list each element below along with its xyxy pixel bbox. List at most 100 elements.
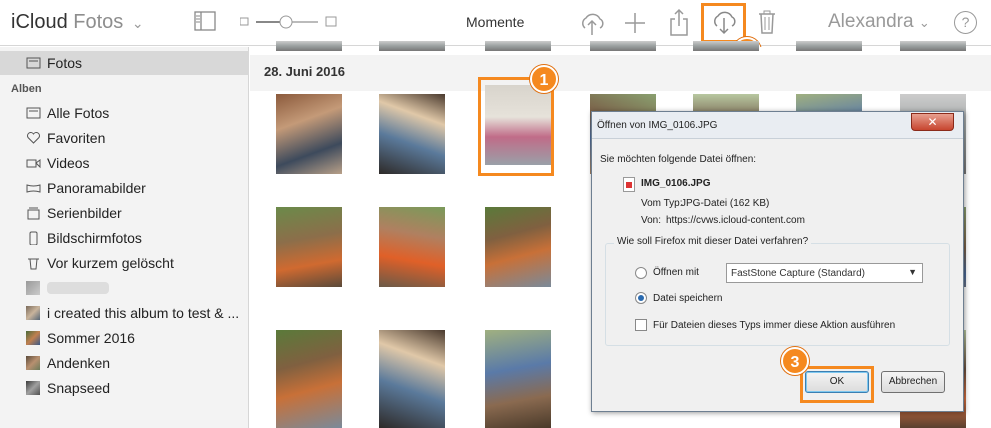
- add-icon[interactable]: [623, 11, 647, 35]
- sidebar-item-blurred-album[interactable]: [0, 276, 249, 300]
- dropdown-arrow-icon: ▼: [908, 267, 917, 277]
- sidebar-item-videos[interactable]: Videos: [0, 151, 249, 175]
- photo-thumbnail[interactable]: [379, 41, 445, 51]
- app-title-main: iCloud: [11, 11, 68, 33]
- close-button[interactable]: ✕: [911, 113, 954, 131]
- sidebar-item-label: Andenken: [47, 355, 111, 371]
- video-icon: [26, 159, 41, 169]
- share-icon[interactable]: [668, 8, 690, 36]
- album-thumbnail: [26, 281, 40, 295]
- heart-icon: [27, 132, 40, 144]
- album-thumbnail: [26, 306, 40, 320]
- from-label: Von:: [641, 215, 662, 226]
- sidebar-item-label: Bildschirmfotos: [47, 230, 142, 246]
- trash-icon: [28, 258, 39, 270]
- open-file-dialog: Öffnen von IMG_0106.JPG ✕ Sie möchten fo…: [591, 111, 964, 412]
- toolbar: iCloud Fotos ⌄ Momente Alexandra ⌄ ?: [0, 0, 991, 46]
- remember-checkbox[interactable]: [635, 319, 647, 331]
- sidebar-item-geloescht[interactable]: Vor kurzem gelöscht: [0, 251, 249, 275]
- sidebar-item-label: Sommer 2016: [47, 330, 135, 346]
- chevron-down-icon: ⌄: [918, 15, 930, 30]
- panorama-icon: [26, 184, 41, 193]
- sidebar-item-sommer-2016[interactable]: Sommer 2016: [0, 326, 249, 350]
- step-badge-3: 3: [781, 347, 809, 375]
- photo-thumbnail[interactable]: [379, 94, 445, 174]
- type-value: JPG-Datei (162 KB): [681, 198, 770, 209]
- trash-icon[interactable]: [757, 9, 777, 35]
- sidebar-item-label: Vor kurzem gelöscht: [47, 255, 174, 271]
- sidebar-item-favoriten[interactable]: Favoriten: [0, 126, 249, 150]
- sidebar-item-label: i created this album to test & ...: [47, 305, 240, 321]
- user-name: Alexandra: [828, 11, 914, 32]
- dialog-title: Öffnen von IMG_0106.JPG: [597, 120, 718, 131]
- tab-moments[interactable]: Momente: [466, 14, 524, 30]
- date-heading: 28. Juni 2016: [264, 64, 345, 79]
- action-question: Wie soll Firefox mit dieser Datei verfah…: [614, 236, 812, 247]
- album-thumbnail: [26, 381, 40, 395]
- photo-thumbnail[interactable]: [276, 207, 342, 287]
- sidebar-item-andenken[interactable]: Andenken: [0, 351, 249, 375]
- photo-thumbnail[interactable]: [590, 41, 656, 51]
- open-with-label: Öffnen mit: [653, 267, 699, 278]
- cancel-button[interactable]: Abbrechen: [881, 371, 945, 393]
- step-badge-1: 1: [530, 65, 558, 93]
- file-icon: [623, 177, 635, 192]
- sidebar-item-panorama[interactable]: Panoramabilder: [0, 176, 249, 200]
- open-with-radio[interactable]: [635, 267, 647, 279]
- redacted-label: [47, 282, 109, 294]
- application-select-value: FastStone Capture (Standard): [731, 268, 865, 279]
- application-select[interactable]: FastStone Capture (Standard) ▼: [726, 263, 923, 283]
- photo-thumbnail[interactable]: [796, 41, 862, 51]
- file-name: IMG_0106.JPG: [641, 178, 711, 189]
- upload-icon[interactable]: [578, 10, 606, 36]
- sidebar-toggle-icon[interactable]: [194, 11, 216, 31]
- remember-label: Für Dateien dieses Typs immer diese Akti…: [653, 320, 896, 331]
- save-file-radio[interactable]: [635, 292, 647, 304]
- user-menu[interactable]: Alexandra ⌄: [828, 11, 930, 33]
- photo-thumbnail[interactable]: [276, 330, 342, 428]
- sidebar-item-label: Alle Fotos: [47, 105, 110, 121]
- app-title[interactable]: iCloud Fotos ⌄: [11, 11, 144, 34]
- photo-thumbnail[interactable]: [693, 41, 759, 51]
- photo-thumbnail[interactable]: [276, 41, 342, 51]
- photo-thumbnail[interactable]: [276, 94, 342, 174]
- zoom-slider[interactable]: [240, 14, 340, 30]
- photo-thumbnail[interactable]: [485, 207, 551, 287]
- download-icon[interactable]: [710, 8, 738, 36]
- photos-icon: [26, 57, 41, 69]
- albums-heading: Alben: [11, 83, 42, 95]
- sidebar-item-label: Videos: [47, 155, 90, 171]
- sidebar-item-label: Serienbilder: [47, 205, 122, 221]
- photo-thumbnail[interactable]: [379, 330, 445, 428]
- app-title-sub: Fotos: [73, 11, 124, 33]
- dialog-titlebar[interactable]: Öffnen von IMG_0106.JPG ✕: [592, 112, 963, 139]
- sidebar-item-label: Panoramabilder: [47, 180, 146, 196]
- photos-icon: [26, 107, 41, 119]
- ok-button[interactable]: OK: [805, 371, 869, 393]
- date-section-header: 28. Juni 2016: [250, 55, 991, 91]
- sidebar-item-label: Fotos: [47, 55, 83, 71]
- album-thumbnail: [26, 331, 40, 345]
- help-button[interactable]: ?: [954, 11, 977, 34]
- from-value: https://cvws.icloud-content.com: [666, 215, 805, 226]
- sidebar-item-alle-fotos[interactable]: Alle Fotos: [0, 101, 249, 125]
- sidebar-item-bildschirmfotos[interactable]: Bildschirmfotos: [0, 226, 249, 250]
- sidebar-item-fotos[interactable]: Fotos: [0, 51, 249, 75]
- sidebar-item-label: Snapseed: [47, 380, 111, 396]
- chevron-down-icon: ⌄: [131, 15, 144, 31]
- sidebar-item-label: Favoriten: [47, 130, 106, 146]
- photo-thumbnail[interactable]: [900, 41, 966, 51]
- sidebar-item-snapseed[interactable]: Snapseed: [0, 376, 249, 400]
- sidebar: Fotos Alben Alle Fotos Favoriten Videos …: [0, 47, 249, 428]
- burst-icon: [27, 207, 40, 220]
- sidebar-item-test-album[interactable]: i created this album to test & ...: [0, 301, 249, 325]
- photo-thumbnail[interactable]: [379, 207, 445, 287]
- photo-thumbnail[interactable]: [485, 41, 551, 51]
- sidebar-item-serienbilder[interactable]: Serienbilder: [0, 201, 249, 225]
- phone-icon: [29, 231, 38, 245]
- save-file-label: Datei speichern: [653, 293, 723, 304]
- album-thumbnail: [26, 356, 40, 370]
- type-label: Vom Typ:: [641, 198, 683, 209]
- photo-thumbnail[interactable]: [485, 330, 551, 428]
- dialog-prompt: Sie möchten folgende Datei öffnen:: [600, 154, 757, 165]
